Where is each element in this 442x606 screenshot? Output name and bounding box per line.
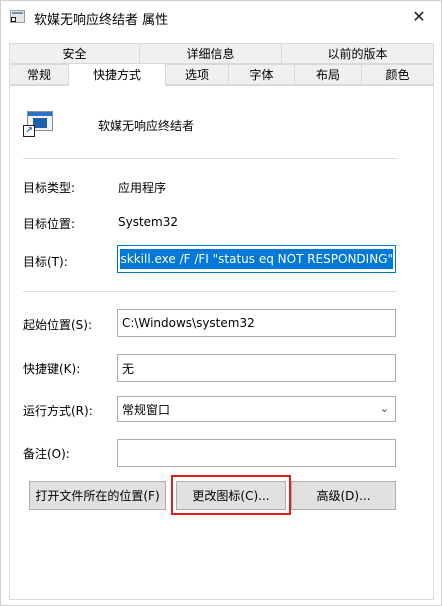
target-label: 目标(T): [23,255,68,269]
shortcut-tab-panel [9,85,434,600]
hotkey-label: 快捷键(K): [23,362,81,376]
shortcut-window-icon [10,10,25,23]
run-select-value: 常规窗口 [122,402,171,417]
close-button[interactable]: ✕ [397,1,441,32]
start-in-field[interactable]: C:\Windows\system32 [117,309,396,337]
target-field[interactable]: iskkill.exe /F /FI "status eq NOT RESPON… [117,245,396,273]
tab-colors[interactable]: 颜色 [361,64,434,85]
app-name: 软媒无响应终结者 [98,119,195,133]
title-bar: 软媒无响应终结者 属性 ✕ [1,1,441,33]
target-location-value: System32 [118,215,179,229]
comment-field[interactable] [117,439,396,467]
comment-label: 备注(O): [23,447,70,461]
divider [23,291,397,292]
shortcut-app-icon: ↗ [23,109,55,137]
target-location-label: 目标位置: [23,217,76,231]
tab-options[interactable]: 选项 [165,64,229,85]
tab-details[interactable]: 详细信息 [139,43,282,64]
tab-shortcut[interactable]: 快捷方式 [68,63,166,86]
run-label: 运行方式(R): [23,404,93,418]
tab-previous-versions[interactable]: 以前的版本 [281,43,434,64]
change-icon-button[interactable]: 更改图标(C)... [176,481,286,510]
run-select[interactable]: 常规窗口 ⌄ [117,396,396,422]
tab-font[interactable]: 字体 [228,64,295,85]
target-type-label: 目标类型: [23,181,76,195]
tab-layout[interactable]: 布局 [294,64,362,85]
properties-window: 软媒无响应终结者 属性 ✕ 安全 详细信息 以前的版本 常规 快捷方式 选项 字… [0,0,442,606]
tab-security[interactable]: 安全 [9,43,140,64]
hotkey-field[interactable]: 无 [117,354,396,382]
window-title: 软媒无响应终结者 属性 [34,13,169,28]
advanced-button[interactable]: 高级(D)... [291,481,396,510]
tab-general[interactable]: 常规 [9,64,69,85]
divider [23,158,397,159]
start-in-label: 起始位置(S): [23,318,93,332]
target-type-value: 应用程序 [118,181,167,195]
target-value: iskkill.exe /F /FI "status eq NOT RESPON… [120,249,393,269]
chevron-down-icon: ⌄ [379,402,389,415]
open-file-location-button[interactable]: 打开文件所在的位置(F) [29,481,166,510]
